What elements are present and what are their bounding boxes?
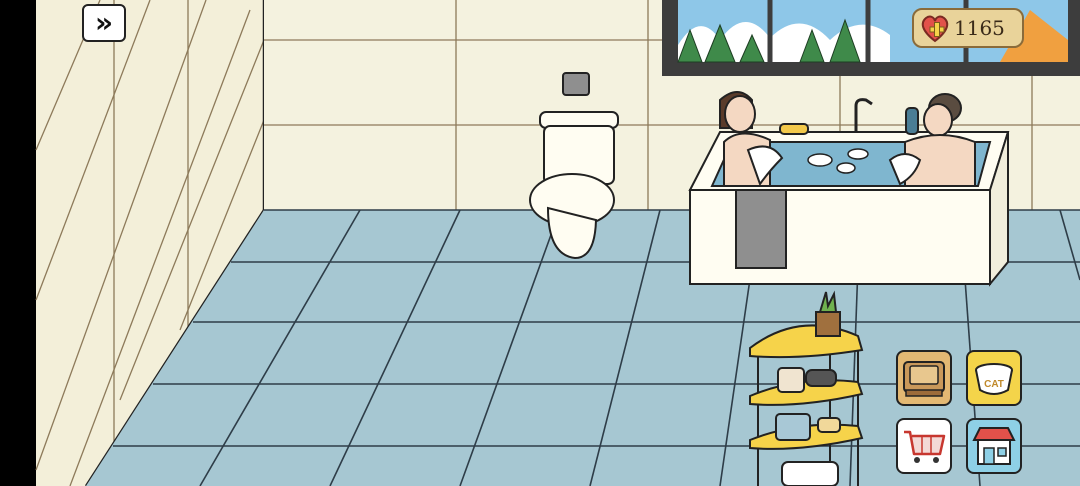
cat-bowl-icon: CAT xyxy=(975,363,1013,395)
cat-bowl-label: CAT xyxy=(984,379,1004,390)
forward-button[interactable]: » xyxy=(82,4,126,42)
heart-count: 1165 xyxy=(954,16,1005,40)
storage-box-button[interactable] xyxy=(896,350,952,406)
heart-plus-icon xyxy=(921,15,949,43)
shopping-cart-button[interactable] xyxy=(896,418,952,474)
box-icon xyxy=(903,361,945,397)
store-icon xyxy=(972,427,1016,465)
cart-icon xyxy=(904,430,946,463)
shop-button[interactable] xyxy=(966,418,1022,474)
double-chevron-right-icon: » xyxy=(94,6,114,39)
cat-food-button[interactable]: CAT xyxy=(966,350,1022,406)
bathroom-scene xyxy=(0,0,1080,486)
heart-counter[interactable]: 1165 xyxy=(912,8,1024,48)
